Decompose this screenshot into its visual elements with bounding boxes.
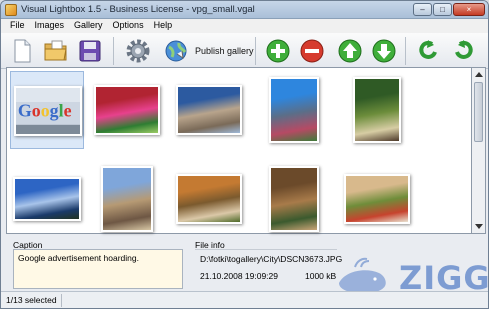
gallery-thumbnail-cell[interactable] [257, 160, 331, 238]
gothic-church-towers-photo [101, 166, 153, 232]
add-image-button[interactable] [263, 36, 293, 66]
tree-roots-rocks-photo [269, 166, 319, 232]
file-date: 21.10.2008 19:09:29 [200, 271, 278, 281]
rotate-right-button[interactable] [449, 36, 479, 66]
app-window: Visual Lightbox 1.5 - Business License -… [0, 0, 489, 309]
close-button[interactable]: × [453, 3, 485, 16]
rotate-right-icon [455, 40, 473, 59]
gallery-thumbnail-cell[interactable] [340, 71, 414, 149]
open-folder-icon [44, 40, 67, 61]
caption-field[interactable]: Google advertisement hoarding. [13, 249, 183, 289]
palm-tree-yard-photo [353, 77, 401, 143]
minimize-button[interactable]: – [413, 3, 432, 16]
autumn-forest-path-photo [176, 174, 242, 224]
app-icon [5, 4, 17, 16]
add-icon [266, 39, 290, 63]
gallery-thumbnail-cell[interactable] [10, 160, 84, 238]
window-title: Visual Lightbox 1.5 - Business License -… [21, 4, 255, 15]
publish-gallery-label[interactable]: Publish gallery [195, 46, 254, 56]
move-up-icon [338, 39, 362, 63]
svg-text:Google: Google [18, 101, 72, 121]
new-document-icon [14, 39, 31, 63]
publish-gallery-button[interactable] [161, 36, 191, 66]
google-advertisement-hoarding-photo: Google [14, 86, 82, 136]
status-divider [61, 294, 62, 307]
save-button[interactable] [75, 36, 105, 66]
menu-gallery[interactable]: Gallery [69, 19, 108, 33]
gallery-thumbnail-cell[interactable] [257, 71, 331, 149]
gallery-thumbnail-cell[interactable] [172, 71, 246, 149]
options-button[interactable] [123, 36, 153, 66]
gallery-scrollbar[interactable] [472, 67, 486, 234]
maximize-button[interactable]: □ [433, 3, 452, 16]
remove-icon [300, 39, 324, 63]
red-flowers-garden-photo [94, 85, 160, 135]
gallery-thumbnail-cell[interactable] [90, 71, 164, 149]
title-bar[interactable]: Visual Lightbox 1.5 - Business License -… [1, 1, 488, 19]
file-info-panel: D:\fotki\togallery\City\DSCN3673.JPG 21.… [195, 249, 342, 289]
city-buildings-photo [176, 85, 242, 135]
lake-blue-sky-photo [13, 177, 81, 221]
scroll-up-icon[interactable] [475, 72, 483, 77]
file-path: D:\fotki\togallery\City\DSCN3673.JPG [200, 254, 343, 264]
menu-help[interactable]: Help [149, 19, 178, 33]
city-skyscraper-trees-photo [269, 77, 319, 143]
gallery-thumbnail-cell[interactable] [340, 160, 414, 238]
menu-options[interactable]: Options [108, 19, 149, 33]
garden-wall-flowers-photo [344, 174, 410, 224]
selection-status: 1/13 selected [6, 295, 57, 305]
thumbnail-gallery[interactable]: Google [6, 67, 472, 234]
gallery-thumbnail-cell[interactable] [90, 160, 164, 238]
publish-globe-icon [165, 40, 187, 62]
scroll-down-icon[interactable] [475, 224, 483, 229]
gallery-thumbnail-cell[interactable] [172, 160, 246, 238]
menu-images[interactable]: Images [30, 19, 70, 33]
toolbar: Publish gallery [1, 33, 488, 69]
remove-image-button[interactable] [297, 36, 327, 66]
gear-icon [126, 39, 150, 63]
menu-bar: File Images Gallery Options Help [1, 19, 488, 33]
rotate-left-button[interactable] [413, 36, 443, 66]
open-button[interactable] [41, 36, 71, 66]
move-up-button[interactable] [335, 36, 365, 66]
toolbar-separator [405, 37, 406, 65]
menu-file[interactable]: File [5, 19, 30, 33]
save-disk-icon [79, 40, 101, 62]
move-down-icon [372, 39, 396, 63]
new-button[interactable] [7, 36, 37, 66]
move-down-button[interactable] [369, 36, 399, 66]
gallery-thumbnail-cell[interactable]: Google [10, 71, 84, 149]
toolbar-separator [113, 37, 114, 65]
scroll-thumb[interactable] [474, 82, 483, 142]
toolbar-separator [255, 37, 256, 65]
status-bar: 1/13 selected [1, 291, 488, 308]
rotate-left-icon [419, 40, 437, 59]
window-controls: – □ × [413, 3, 485, 16]
